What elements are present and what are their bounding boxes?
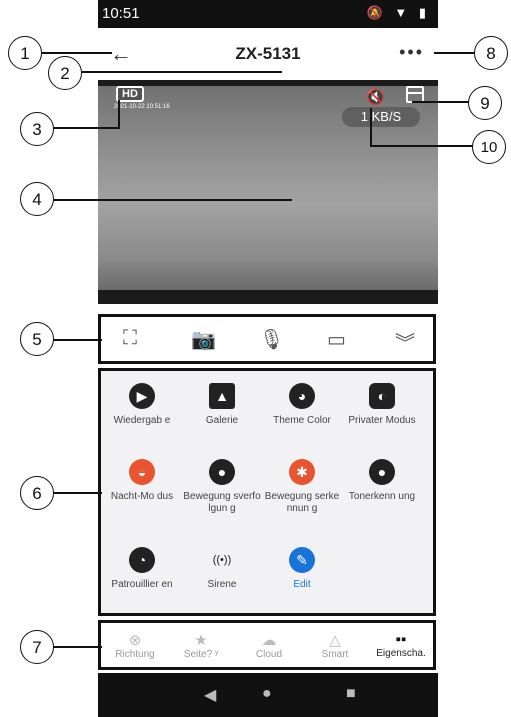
feature-label: Nacht-Mo dus [110, 491, 174, 502]
callout-line [118, 100, 120, 128]
video-bottom-bar [98, 290, 438, 304]
feature-label: Bewegung serkennun g [264, 491, 340, 514]
grid-icon: ▪▪ [395, 631, 407, 648]
callout-7: 7 [20, 630, 54, 664]
callout-3: 3 [20, 112, 54, 146]
callout-line [370, 145, 474, 147]
feature-sound-detection[interactable]: ● Tonerkenn ung [343, 459, 421, 503]
feature-label: Galerie [205, 415, 239, 426]
feature-label: Sirene [207, 579, 237, 590]
video-top-bar [98, 80, 438, 86]
playback-icon: ▶ [129, 383, 155, 409]
page-title: ZX-5131 [235, 44, 301, 63]
tab-direction[interactable]: ⊗ Richtung [103, 631, 167, 660]
gallery-icon: ▲ [209, 383, 235, 409]
location-pin-icon: ● [209, 459, 235, 485]
palette-icon: ◕ [289, 383, 315, 409]
feature-theme-color[interactable]: ◕ Theme Color [263, 383, 341, 427]
siren-icon: ((•)) [212, 554, 232, 566]
callout-10: 10 [472, 130, 506, 164]
callout-1: 1 [8, 36, 42, 70]
tab-presets[interactable]: ★ Seite? ʸ [169, 631, 233, 660]
tab-label: Eigenscha. [376, 648, 426, 659]
tab-smart[interactable]: △ Smart [303, 631, 367, 660]
callout-4: 4 [20, 182, 54, 216]
shield-icon: ◐ [369, 383, 395, 409]
feature-night-mode[interactable]: ◒ Nacht-Mo dus [103, 459, 181, 503]
callout-9: 9 [468, 86, 502, 120]
feature-playback[interactable]: ▶ Wiedergab e [103, 383, 181, 427]
callout-2: 2 [48, 56, 82, 90]
callout-line [370, 108, 372, 146]
feature-label: Bewegung sverfolgun g [183, 491, 261, 514]
callout-8: 8 [474, 36, 508, 70]
status-time: 10:51 [102, 5, 140, 22]
callout-line [42, 52, 112, 54]
video-toolbar: ⛶ 📷 🎙 ▭ ︾ [98, 314, 436, 364]
live-video-view[interactable]: HD 2021-10-22 10:51:16 🔇 1 KB/S [98, 80, 438, 304]
feature-edit[interactable]: ✎ Edit [263, 547, 341, 591]
feature-motion-tracking[interactable]: ● Bewegung sverfolgun g [183, 459, 261, 515]
feature-label: Edit [293, 579, 311, 590]
microphone-icon[interactable]: 🎙 [259, 327, 284, 352]
nav-back-icon[interactable]: ◀ [204, 685, 216, 705]
patrol-icon: ◔ [129, 547, 155, 573]
feature-label: Tonerkenn ung [348, 491, 416, 502]
android-nav-bar: ◀ ● ■ [98, 673, 438, 717]
feature-gallery[interactable]: ▲ Galerie [183, 383, 261, 427]
more-options-icon[interactable]: ••• [399, 42, 424, 63]
callout-6: 6 [20, 476, 54, 510]
star-icon: ★ [194, 632, 208, 649]
tab-label: Smart [321, 649, 349, 660]
feature-label: Wiedergab e [113, 415, 171, 426]
screenshot-icon[interactable]: ⛶ [123, 327, 137, 350]
motion-icon: ✱ [289, 459, 315, 485]
callout-line [82, 71, 282, 73]
nav-recent-icon[interactable]: ■ [346, 685, 356, 703]
mute-icon[interactable]: 🔇 [366, 88, 385, 106]
night-mode-icon: ◒ [129, 459, 155, 485]
feature-label: Patrouillier en [111, 579, 173, 590]
feature-motion-detection[interactable]: ✱ Bewegung serkennun g [263, 459, 341, 515]
tab-label: Cloud [255, 649, 283, 660]
callout-line [52, 492, 102, 494]
microphone-icon: ● [369, 459, 395, 485]
tab-cloud[interactable]: ☁ Cloud [237, 631, 301, 660]
smart-icon: △ [329, 632, 341, 649]
status-bar: 10:51 🔕 ▼ ▮ [98, 0, 438, 28]
tab-label: Seite? ʸ [183, 649, 219, 660]
nav-home-icon[interactable]: ● [262, 685, 272, 703]
hd-badge[interactable]: HD [116, 86, 144, 102]
callout-line [52, 199, 292, 201]
callout-5: 5 [20, 322, 54, 356]
callout-line [412, 101, 470, 103]
tab-label: Richtung [115, 649, 155, 660]
feature-panel: ▶ Wiedergab e ▲ Galerie ◕ Theme Color ◐ … [98, 368, 436, 616]
status-icons: 🔕 ▼ ▮ [366, 5, 430, 20]
feature-label: Theme Color [273, 415, 331, 426]
feature-private-mode[interactable]: ◐ Privater Modus [343, 383, 421, 427]
collapse-icon[interactable]: ︾ [395, 327, 415, 356]
tab-properties[interactable]: ▪▪ Eigenscha. [369, 631, 433, 659]
direction-icon: ⊗ [128, 632, 142, 649]
feature-label: Privater Modus [348, 415, 416, 426]
edit-icon: ✎ [289, 547, 315, 573]
speed-indicator: 1 KB/S [342, 107, 420, 127]
feature-patrol[interactable]: ◔ Patrouillier en [103, 547, 181, 591]
camera-icon[interactable]: 📷 [191, 327, 216, 352]
callout-line [52, 646, 102, 648]
callout-line [52, 127, 120, 129]
video-timestamp: 2021-10-22 10:51:16 [114, 104, 170, 110]
cloud-icon: ☁ [261, 632, 277, 649]
feature-siren[interactable]: ((•)) Sirene [183, 547, 261, 591]
callout-line [52, 339, 102, 341]
video-record-icon[interactable]: ▭ [327, 327, 346, 352]
bottom-tab-bar: ⊗ Richtung ★ Seite? ʸ ☁ Cloud △ Smart ▪▪… [98, 620, 436, 670]
